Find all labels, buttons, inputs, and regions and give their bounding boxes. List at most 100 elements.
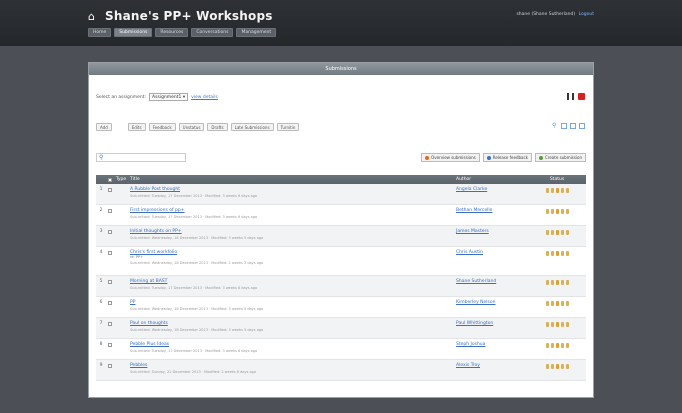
row-author[interactable]: Angela Clarke: [456, 187, 528, 192]
row-checkbox[interactable]: [106, 187, 114, 192]
row-author[interactable]: Paul Whittington: [456, 321, 528, 326]
status-icon[interactable]: [565, 322, 569, 327]
tab-submissions[interactable]: Submissions: [114, 28, 153, 37]
status-icon[interactable]: [565, 251, 569, 256]
search-input[interactable]: ⚲: [96, 153, 186, 162]
filter-edits[interactable]: Edits: [127, 123, 146, 131]
status-icon[interactable]: [565, 230, 569, 235]
status-icon[interactable]: [565, 280, 569, 285]
table-row[interactable]: 8 Pebble Plus Ideas Sub-mitted: Tuesday, 1…: [96, 339, 586, 360]
row-checkbox[interactable]: [106, 342, 114, 347]
status-icon[interactable]: [550, 343, 554, 348]
table-row[interactable]: 4 Chris's first workfolio re: PP+ Sub-mitte…: [96, 247, 586, 276]
pause-icon[interactable]: [567, 93, 574, 100]
status-icon[interactable]: [560, 251, 564, 256]
status-icon[interactable]: [560, 230, 564, 235]
tab-management[interactable]: Management: [236, 28, 277, 37]
submission-link[interactable]: A Rubble Post thought: [130, 187, 456, 192]
status-icon[interactable]: [560, 301, 564, 306]
status-icon[interactable]: [560, 322, 564, 327]
status-icon[interactable]: [550, 301, 554, 306]
status-icon[interactable]: [545, 188, 549, 193]
status-icon[interactable]: [545, 209, 549, 214]
status-icon[interactable]: [560, 209, 564, 214]
status-icon[interactable]: [555, 301, 559, 306]
row-author[interactable]: Steph Joshua: [456, 342, 528, 347]
submission-link[interactable]: Morning at BAST: [130, 279, 456, 284]
status-icon[interactable]: [555, 209, 559, 214]
table-row[interactable]: 3 Initial thoughts on PP+ Sub-mitted: Wedn…: [96, 226, 586, 247]
add-filter-button[interactable]: Add: [96, 123, 112, 131]
filter-late[interactable]: Late Submissions: [230, 123, 274, 131]
filter-unstatus[interactable]: Unstatus: [178, 123, 205, 131]
status-icon[interactable]: [555, 230, 559, 235]
status-icon[interactable]: [555, 343, 559, 348]
submission-link[interactable]: Pebble Plus Ideas: [130, 342, 456, 347]
status-icon[interactable]: [555, 364, 559, 369]
status-icon[interactable]: [550, 251, 554, 256]
tab-conversations[interactable]: Conversations: [191, 28, 234, 37]
row-author[interactable]: James Masters: [456, 229, 528, 234]
zoom-icon[interactable]: ⚲: [552, 123, 558, 129]
row-author[interactable]: Shane Sutherland: [456, 279, 528, 284]
status-icon[interactable]: [565, 364, 569, 369]
grid-view-icon[interactable]: [570, 123, 576, 129]
status-icon[interactable]: [545, 364, 549, 369]
row-author[interactable]: Bethan Mercelle: [456, 208, 528, 213]
status-icon[interactable]: [555, 251, 559, 256]
table-row[interactable]: 1 A Rubble Post thought Sub-mitted: Tuesda…: [96, 184, 586, 205]
status-icon[interactable]: [545, 322, 549, 327]
row-author[interactable]: Kimberley Nelson: [456, 300, 528, 305]
status-icon[interactable]: [560, 280, 564, 285]
status-icon[interactable]: [550, 322, 554, 327]
row-checkbox[interactable]: [106, 229, 114, 234]
status-icon[interactable]: [550, 280, 554, 285]
submission-link[interactable]: First impressions of pp+: [130, 208, 456, 213]
row-checkbox[interactable]: [106, 321, 114, 326]
status-icon[interactable]: [560, 188, 564, 193]
view-details-link[interactable]: view details: [191, 95, 218, 100]
status-icon[interactable]: [555, 322, 559, 327]
tab-home[interactable]: Home: [88, 28, 112, 37]
status-icon[interactable]: [545, 251, 549, 256]
tab-resources[interactable]: Resources: [155, 28, 189, 37]
row-author[interactable]: Alexis Troy: [456, 363, 528, 368]
status-icon[interactable]: [545, 301, 549, 306]
status-icon[interactable]: [545, 230, 549, 235]
home-icon[interactable]: ⌂: [88, 11, 99, 22]
release-feedback-button[interactable]: Release feedback: [482, 153, 532, 162]
status-icon[interactable]: [555, 280, 559, 285]
status-icon[interactable]: [545, 343, 549, 348]
status-icon[interactable]: [550, 364, 554, 369]
row-checkbox[interactable]: [106, 250, 114, 255]
submission-link[interactable]: PP: [130, 300, 456, 305]
filter-feedback[interactable]: Feedback: [148, 123, 176, 131]
create-submission-button[interactable]: Create submission: [535, 153, 586, 162]
overview-submissions-button[interactable]: Overview submissions: [421, 153, 480, 162]
status-icon[interactable]: [555, 188, 559, 193]
stop-icon[interactable]: [578, 93, 585, 100]
status-icon[interactable]: [550, 209, 554, 214]
status-icon[interactable]: [560, 343, 564, 348]
status-icon[interactable]: [550, 230, 554, 235]
table-row[interactable]: 2 First impressions of pp+ Sub-mitted: Tue…: [96, 205, 586, 226]
status-icon[interactable]: [545, 280, 549, 285]
row-checkbox[interactable]: [106, 300, 114, 305]
submission-link[interactable]: Initial thoughts on PP+: [130, 229, 456, 234]
row-checkbox[interactable]: [106, 363, 114, 368]
status-icon[interactable]: [560, 364, 564, 369]
header-title[interactable]: Title: [128, 177, 456, 182]
filter-drafts[interactable]: Drafts: [207, 123, 228, 131]
submission-link[interactable]: Paul on thoughts: [130, 321, 456, 326]
assignment-select[interactable]: Assignment1 ▾: [149, 93, 189, 101]
status-icon[interactable]: [565, 188, 569, 193]
status-icon[interactable]: [565, 209, 569, 214]
detail-view-icon[interactable]: [579, 123, 585, 129]
list-view-icon[interactable]: [561, 123, 567, 129]
header-checkbox[interactable]: [106, 177, 114, 182]
status-icon[interactable]: [565, 301, 569, 306]
table-row[interactable]: 7 Paul on thoughts Sub-mitted: Wednesday, …: [96, 318, 586, 339]
header-author[interactable]: Author: [456, 177, 528, 182]
table-row[interactable]: 9 Pebbles Sub-mitted: Sunday, 22 December …: [96, 360, 586, 381]
logout-link[interactable]: Logout: [579, 12, 594, 17]
